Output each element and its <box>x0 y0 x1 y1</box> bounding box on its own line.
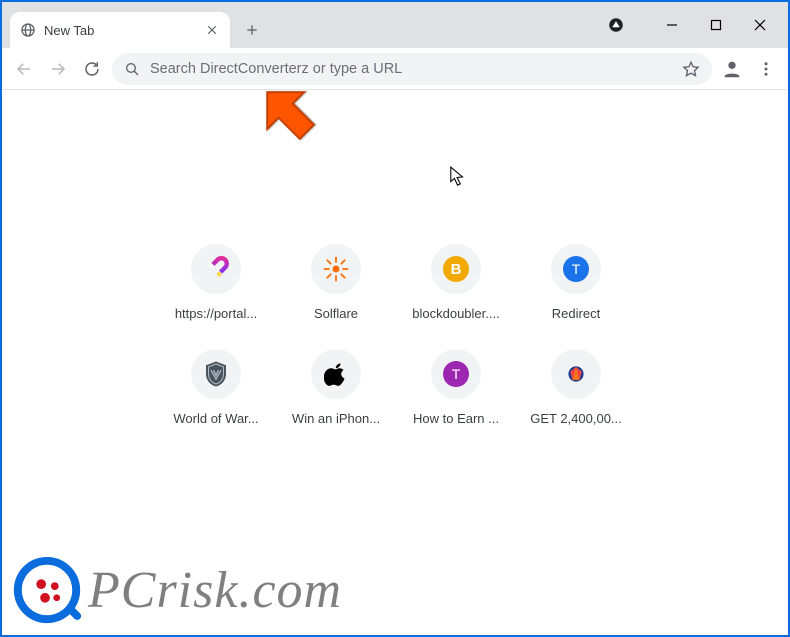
menu-button[interactable] <box>752 55 780 83</box>
shortcut-redirect[interactable]: T Redirect <box>520 244 632 321</box>
shortcut-icon <box>191 244 241 294</box>
shortcut-world-of-war[interactable]: World of War... <box>160 349 272 426</box>
magnet-icon <box>203 256 229 282</box>
bitcoin-icon: B <box>443 256 469 282</box>
shortcut-blockdoubler[interactable]: B blockdoubler.... <box>400 244 512 321</box>
shortcut-label: Redirect <box>552 306 600 321</box>
new-tab-page: https://portal... <box>2 90 788 635</box>
shortcut-label: Win an iPhon... <box>292 411 380 426</box>
window-minimize-button[interactable] <box>650 9 694 41</box>
shortcut-portal[interactable]: https://portal... <box>160 244 272 321</box>
bookmark-star-icon[interactable] <box>682 60 700 78</box>
extension-indicator-icon[interactable] <box>604 13 628 37</box>
shortcut-label: blockdoubler.... <box>412 306 499 321</box>
shortcut-get-2400000[interactable]: GET 2,400,00... <box>520 349 632 426</box>
shortcut-label: World of War... <box>173 411 258 426</box>
gem-icon <box>562 360 590 388</box>
search-icon <box>124 61 140 77</box>
forward-button[interactable] <box>44 55 72 83</box>
apple-icon <box>324 362 348 386</box>
sun-icon <box>322 255 350 283</box>
shortcut-icon <box>311 349 361 399</box>
shortcut-icon: T <box>431 349 481 399</box>
shortcut-icon: T <box>551 244 601 294</box>
back-button[interactable] <box>10 55 38 83</box>
shortcut-label: GET 2,400,00... <box>530 411 622 426</box>
reload-button[interactable] <box>78 55 106 83</box>
tab-close-button[interactable] <box>204 22 220 38</box>
active-tab[interactable]: New Tab <box>10 12 230 48</box>
shortcut-icon <box>311 244 361 294</box>
letter-icon: T <box>443 361 469 387</box>
shortcut-label: How to Earn ... <box>413 411 499 426</box>
letter-icon: T <box>563 256 589 282</box>
window-maximize-button[interactable] <box>694 9 738 41</box>
shortcut-label: https://portal... <box>175 306 257 321</box>
omnibox-input[interactable] <box>150 61 672 77</box>
browser-window: New Tab <box>0 0 790 637</box>
shortcut-icon <box>551 349 601 399</box>
shortcut-solflare[interactable]: Solflare <box>280 244 392 321</box>
omnibox[interactable] <box>112 53 712 85</box>
toolbar <box>2 48 788 90</box>
profile-button[interactable] <box>718 55 746 83</box>
shortcut-icon <box>191 349 241 399</box>
shield-icon <box>201 359 231 389</box>
globe-icon <box>20 22 36 38</box>
shortcut-win-iphone[interactable]: Win an iPhon... <box>280 349 392 426</box>
shortcut-label: Solflare <box>314 306 358 321</box>
shortcut-grid: https://portal... <box>160 244 630 426</box>
shortcut-how-to-earn[interactable]: T How to Earn ... <box>400 349 512 426</box>
window-controls <box>604 2 782 48</box>
titlebar: New Tab <box>2 2 788 48</box>
window-close-button[interactable] <box>738 9 782 41</box>
tab-title: New Tab <box>44 23 196 38</box>
shortcut-icon: B <box>431 244 481 294</box>
new-tab-button[interactable] <box>238 16 266 44</box>
